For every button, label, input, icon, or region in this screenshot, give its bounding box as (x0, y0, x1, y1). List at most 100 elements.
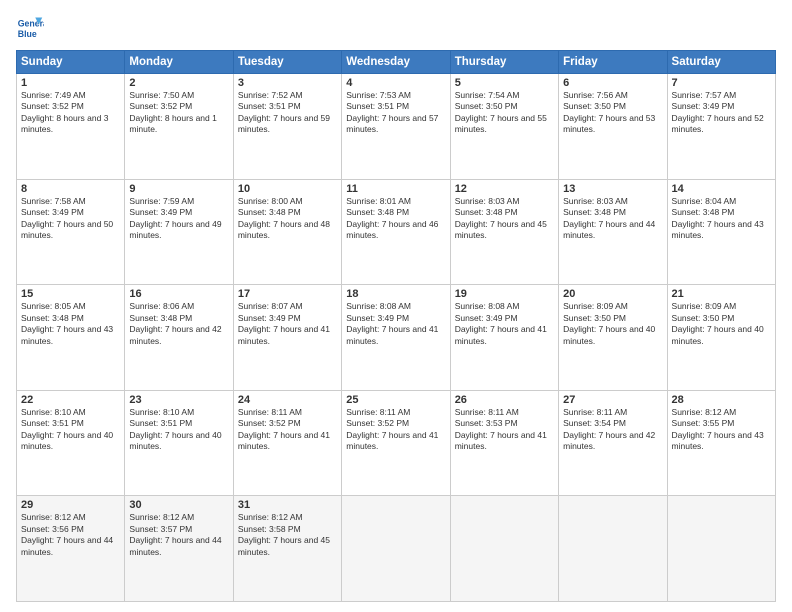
calendar-table: SundayMondayTuesdayWednesdayThursdayFrid… (16, 50, 776, 602)
sunrise-label: Sunrise: 8:07 AM (238, 301, 303, 311)
sunrise-label: Sunrise: 7:57 AM (672, 90, 737, 100)
day-info: Sunrise: 8:12 AM Sunset: 3:56 PM Dayligh… (21, 512, 120, 558)
calendar-cell: 20 Sunrise: 8:09 AM Sunset: 3:50 PM Dayl… (559, 285, 667, 391)
col-header-wednesday: Wednesday (342, 51, 450, 74)
daylight-label: Daylight: 7 hours and 44 minutes. (563, 219, 655, 240)
day-info: Sunrise: 7:56 AM Sunset: 3:50 PM Dayligh… (563, 90, 662, 136)
sunrise-label: Sunrise: 8:10 AM (21, 407, 86, 417)
sunrise-label: Sunrise: 8:12 AM (129, 512, 194, 522)
sunrise-label: Sunrise: 8:12 AM (21, 512, 86, 522)
sunset-label: Sunset: 3:51 PM (129, 418, 192, 428)
day-number: 15 (21, 288, 120, 300)
daylight-label: Daylight: 7 hours and 59 minutes. (238, 113, 330, 134)
daylight-label: Daylight: 7 hours and 40 minutes. (21, 430, 113, 451)
day-info: Sunrise: 8:10 AM Sunset: 3:51 PM Dayligh… (21, 407, 120, 453)
calendar-cell (450, 496, 558, 602)
sunrise-label: Sunrise: 8:12 AM (672, 407, 737, 417)
day-info: Sunrise: 8:10 AM Sunset: 3:51 PM Dayligh… (129, 407, 228, 453)
day-info: Sunrise: 7:53 AM Sunset: 3:51 PM Dayligh… (346, 90, 445, 136)
col-header-sunday: Sunday (17, 51, 125, 74)
day-info: Sunrise: 8:11 AM Sunset: 3:53 PM Dayligh… (455, 407, 554, 453)
calendar-cell: 23 Sunrise: 8:10 AM Sunset: 3:51 PM Dayl… (125, 390, 233, 496)
week-row-2: 8 Sunrise: 7:58 AM Sunset: 3:49 PM Dayli… (17, 179, 776, 285)
day-number: 27 (563, 394, 662, 406)
day-number: 30 (129, 499, 228, 511)
day-info: Sunrise: 8:04 AM Sunset: 3:48 PM Dayligh… (672, 196, 771, 242)
sunset-label: Sunset: 3:48 PM (129, 313, 192, 323)
page: General Blue SundayMondayTuesdayWednesda… (0, 0, 792, 612)
sunrise-label: Sunrise: 7:49 AM (21, 90, 86, 100)
svg-text:Blue: Blue (18, 29, 37, 39)
day-info: Sunrise: 8:12 AM Sunset: 3:57 PM Dayligh… (129, 512, 228, 558)
daylight-label: Daylight: 7 hours and 55 minutes. (455, 113, 547, 134)
day-info: Sunrise: 7:54 AM Sunset: 3:50 PM Dayligh… (455, 90, 554, 136)
col-header-thursday: Thursday (450, 51, 558, 74)
sunset-label: Sunset: 3:48 PM (563, 207, 626, 217)
day-info: Sunrise: 8:09 AM Sunset: 3:50 PM Dayligh… (563, 301, 662, 347)
logo: General Blue (16, 14, 48, 42)
sunrise-label: Sunrise: 8:06 AM (129, 301, 194, 311)
calendar-cell: 18 Sunrise: 8:08 AM Sunset: 3:49 PM Dayl… (342, 285, 450, 391)
day-number: 10 (238, 183, 337, 195)
day-number: 5 (455, 77, 554, 89)
daylight-label: Daylight: 7 hours and 43 minutes. (672, 430, 764, 451)
calendar-cell: 10 Sunrise: 8:00 AM Sunset: 3:48 PM Dayl… (233, 179, 341, 285)
day-number: 31 (238, 499, 337, 511)
sunrise-label: Sunrise: 8:04 AM (672, 196, 737, 206)
day-info: Sunrise: 8:03 AM Sunset: 3:48 PM Dayligh… (455, 196, 554, 242)
col-header-friday: Friday (559, 51, 667, 74)
day-number: 6 (563, 77, 662, 89)
sunset-label: Sunset: 3:48 PM (455, 207, 518, 217)
daylight-label: Daylight: 7 hours and 41 minutes. (346, 430, 438, 451)
sunrise-label: Sunrise: 8:11 AM (346, 407, 410, 417)
calendar-cell: 16 Sunrise: 8:06 AM Sunset: 3:48 PM Dayl… (125, 285, 233, 391)
day-number: 23 (129, 394, 228, 406)
day-info: Sunrise: 8:03 AM Sunset: 3:48 PM Dayligh… (563, 196, 662, 242)
sunset-label: Sunset: 3:52 PM (238, 418, 301, 428)
day-number: 20 (563, 288, 662, 300)
sunrise-label: Sunrise: 7:52 AM (238, 90, 303, 100)
day-number: 8 (21, 183, 120, 195)
sunrise-label: Sunrise: 7:59 AM (129, 196, 194, 206)
sunset-label: Sunset: 3:51 PM (21, 418, 84, 428)
day-number: 7 (672, 77, 771, 89)
sunset-label: Sunset: 3:56 PM (21, 524, 84, 534)
day-number: 21 (672, 288, 771, 300)
daylight-label: Daylight: 7 hours and 53 minutes. (563, 113, 655, 134)
sunset-label: Sunset: 3:53 PM (455, 418, 518, 428)
calendar-cell: 1 Sunrise: 7:49 AM Sunset: 3:52 PM Dayli… (17, 74, 125, 180)
week-row-3: 15 Sunrise: 8:05 AM Sunset: 3:48 PM Dayl… (17, 285, 776, 391)
calendar-cell: 25 Sunrise: 8:11 AM Sunset: 3:52 PM Dayl… (342, 390, 450, 496)
sunset-label: Sunset: 3:57 PM (129, 524, 192, 534)
day-number: 4 (346, 77, 445, 89)
sunrise-label: Sunrise: 8:10 AM (129, 407, 194, 417)
sunset-label: Sunset: 3:49 PM (21, 207, 84, 217)
sunset-label: Sunset: 3:49 PM (672, 101, 735, 111)
day-number: 13 (563, 183, 662, 195)
day-info: Sunrise: 8:00 AM Sunset: 3:48 PM Dayligh… (238, 196, 337, 242)
day-info: Sunrise: 8:12 AM Sunset: 3:58 PM Dayligh… (238, 512, 337, 558)
calendar-cell: 9 Sunrise: 7:59 AM Sunset: 3:49 PM Dayli… (125, 179, 233, 285)
day-info: Sunrise: 8:08 AM Sunset: 3:49 PM Dayligh… (455, 301, 554, 347)
day-info: Sunrise: 8:09 AM Sunset: 3:50 PM Dayligh… (672, 301, 771, 347)
day-info: Sunrise: 8:11 AM Sunset: 3:52 PM Dayligh… (238, 407, 337, 453)
sunrise-label: Sunrise: 8:12 AM (238, 512, 303, 522)
sunrise-label: Sunrise: 8:11 AM (455, 407, 519, 417)
col-header-saturday: Saturday (667, 51, 775, 74)
sunset-label: Sunset: 3:51 PM (238, 101, 301, 111)
calendar-cell: 13 Sunrise: 8:03 AM Sunset: 3:48 PM Dayl… (559, 179, 667, 285)
day-number: 16 (129, 288, 228, 300)
sunset-label: Sunset: 3:54 PM (563, 418, 626, 428)
day-number: 11 (346, 183, 445, 195)
sunset-label: Sunset: 3:52 PM (346, 418, 409, 428)
daylight-label: Daylight: 7 hours and 41 minutes. (455, 430, 547, 451)
daylight-label: Daylight: 7 hours and 43 minutes. (672, 219, 764, 240)
sunrise-label: Sunrise: 8:00 AM (238, 196, 303, 206)
calendar-cell: 6 Sunrise: 7:56 AM Sunset: 3:50 PM Dayli… (559, 74, 667, 180)
col-header-tuesday: Tuesday (233, 51, 341, 74)
calendar-cell: 4 Sunrise: 7:53 AM Sunset: 3:51 PM Dayli… (342, 74, 450, 180)
sunrise-label: Sunrise: 8:03 AM (563, 196, 628, 206)
calendar-cell: 22 Sunrise: 8:10 AM Sunset: 3:51 PM Dayl… (17, 390, 125, 496)
sunset-label: Sunset: 3:58 PM (238, 524, 301, 534)
sunrise-label: Sunrise: 8:01 AM (346, 196, 411, 206)
